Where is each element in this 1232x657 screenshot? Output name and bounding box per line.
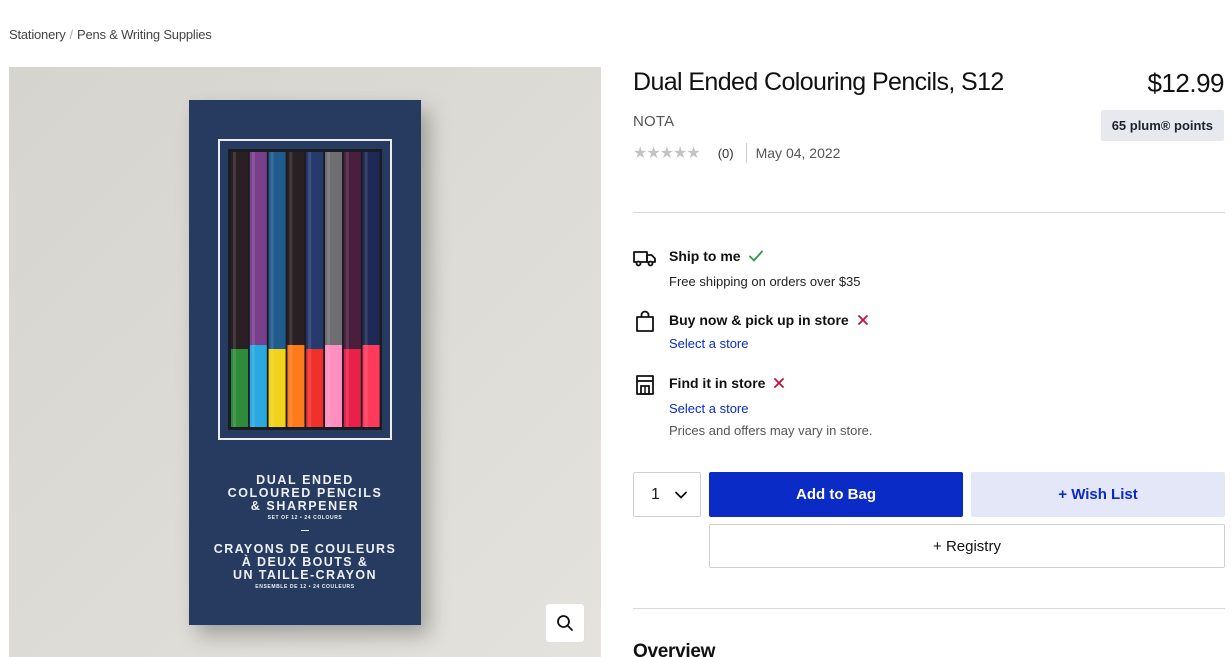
product-photo: DUAL ENDED COLOURED PENCILS & SHARPENER … <box>9 67 601 657</box>
box-text-en-3: & SHARPENER <box>251 499 360 513</box>
box-text-en-1: DUAL ENDED <box>256 473 354 487</box>
chevron-down-icon <box>675 491 687 499</box>
find-title-text: Find it in store <box>669 375 766 391</box>
check-icon <box>748 250 763 262</box>
box-text-en-2: COLOURED PENCILS <box>228 486 383 500</box>
ship-title-text: Ship to me <box>669 248 741 264</box>
pickup-title-text: Buy now & pick up in store <box>669 312 849 328</box>
pencil-highlight <box>364 152 368 427</box>
fulfillment-ship[interactable]: Ship to me Free shipping on orders over … <box>633 246 1225 296</box>
ship-detail: Free shipping on orders over $35 <box>669 274 861 289</box>
pencil-highlight <box>289 152 293 427</box>
breadcrumb-link-pens[interactable]: Pens & Writing Supplies <box>77 27 212 42</box>
section-divider <box>633 608 1225 609</box>
quantity-value: 1 <box>651 485 660 503</box>
truck-icon <box>633 251 656 267</box>
pickup-title: Buy now & pick up in store <box>669 312 869 328</box>
rating-row: ★★★★★ (0) May 04, 2022 <box>633 143 840 163</box>
pencil-highlight <box>233 152 236 427</box>
quantity-select[interactable]: 1 <box>633 472 701 517</box>
wish-list-button[interactable]: + Wish List <box>971 472 1225 517</box>
breadcrumb-separator: / <box>69 27 74 42</box>
box-text-en-sub: SET OF 12 • 24 COLOURS <box>268 515 343 521</box>
box-text-fr-sub: ENSEMBLE DE 12 • 24 COULEURS <box>255 584 354 590</box>
fulfillment-pickup[interactable]: Buy now & pick up in store Select a stor… <box>633 310 1225 356</box>
shopping-bag-icon <box>636 310 654 332</box>
close-icon <box>774 378 785 388</box>
section-divider <box>633 212 1225 213</box>
product-price: $12.99 <box>1147 68 1224 98</box>
pencil-highlight <box>345 152 349 427</box>
pencil-highlight <box>308 152 312 427</box>
add-to-bag-button[interactable]: Add to Bag <box>709 472 963 517</box>
box-text-fr-2: À DEUX BOUTS & <box>242 554 369 569</box>
rating-stars[interactable]: ★★★★★ <box>633 143 701 163</box>
fulfillment-find[interactable]: Find it in store Select a store Prices a… <box>633 373 1225 443</box>
box-text-fr-1: CRAYONS DE COULEURS <box>214 542 396 556</box>
zoom-button[interactable] <box>545 603 585 643</box>
ship-title: Ship to me <box>669 248 763 264</box>
breadcrumb-link-stationery[interactable]: Stationery <box>9 27 66 42</box>
product-brand[interactable]: NOTA <box>633 113 674 130</box>
pencil-highlight <box>251 152 255 427</box>
registry-button[interactable]: + Registry <box>709 524 1225 568</box>
pickup-select-store-link[interactable]: Select a store <box>669 336 749 351</box>
find-select-store-link[interactable]: Select a store <box>669 401 749 416</box>
pencil-highlight <box>270 152 274 427</box>
divider <box>745 143 747 163</box>
product-title: Dual Ended Colouring Pencils, S12 <box>633 68 1004 96</box>
close-icon <box>857 315 868 325</box>
store-icon <box>636 375 654 395</box>
search-icon <box>557 615 573 631</box>
pencil-highlight <box>327 152 330 427</box>
release-date: May 04, 2022 <box>755 145 841 161</box>
overview-heading[interactable]: Overview <box>633 641 715 657</box>
breadcrumb: Stationery / Pens & Writing Supplies <box>9 27 212 42</box>
find-title: Find it in store <box>669 375 785 391</box>
find-note: Prices and offers may vary in store. <box>669 423 873 438</box>
box-text-fr-3: UN TAILLE-CRAYON <box>233 568 377 582</box>
product-image[interactable]: DUAL ENDED COLOURED PENCILS & SHARPENER … <box>9 67 601 657</box>
points-badge: 65 plum® points <box>1100 110 1224 141</box>
review-count[interactable]: (0) <box>718 146 734 161</box>
